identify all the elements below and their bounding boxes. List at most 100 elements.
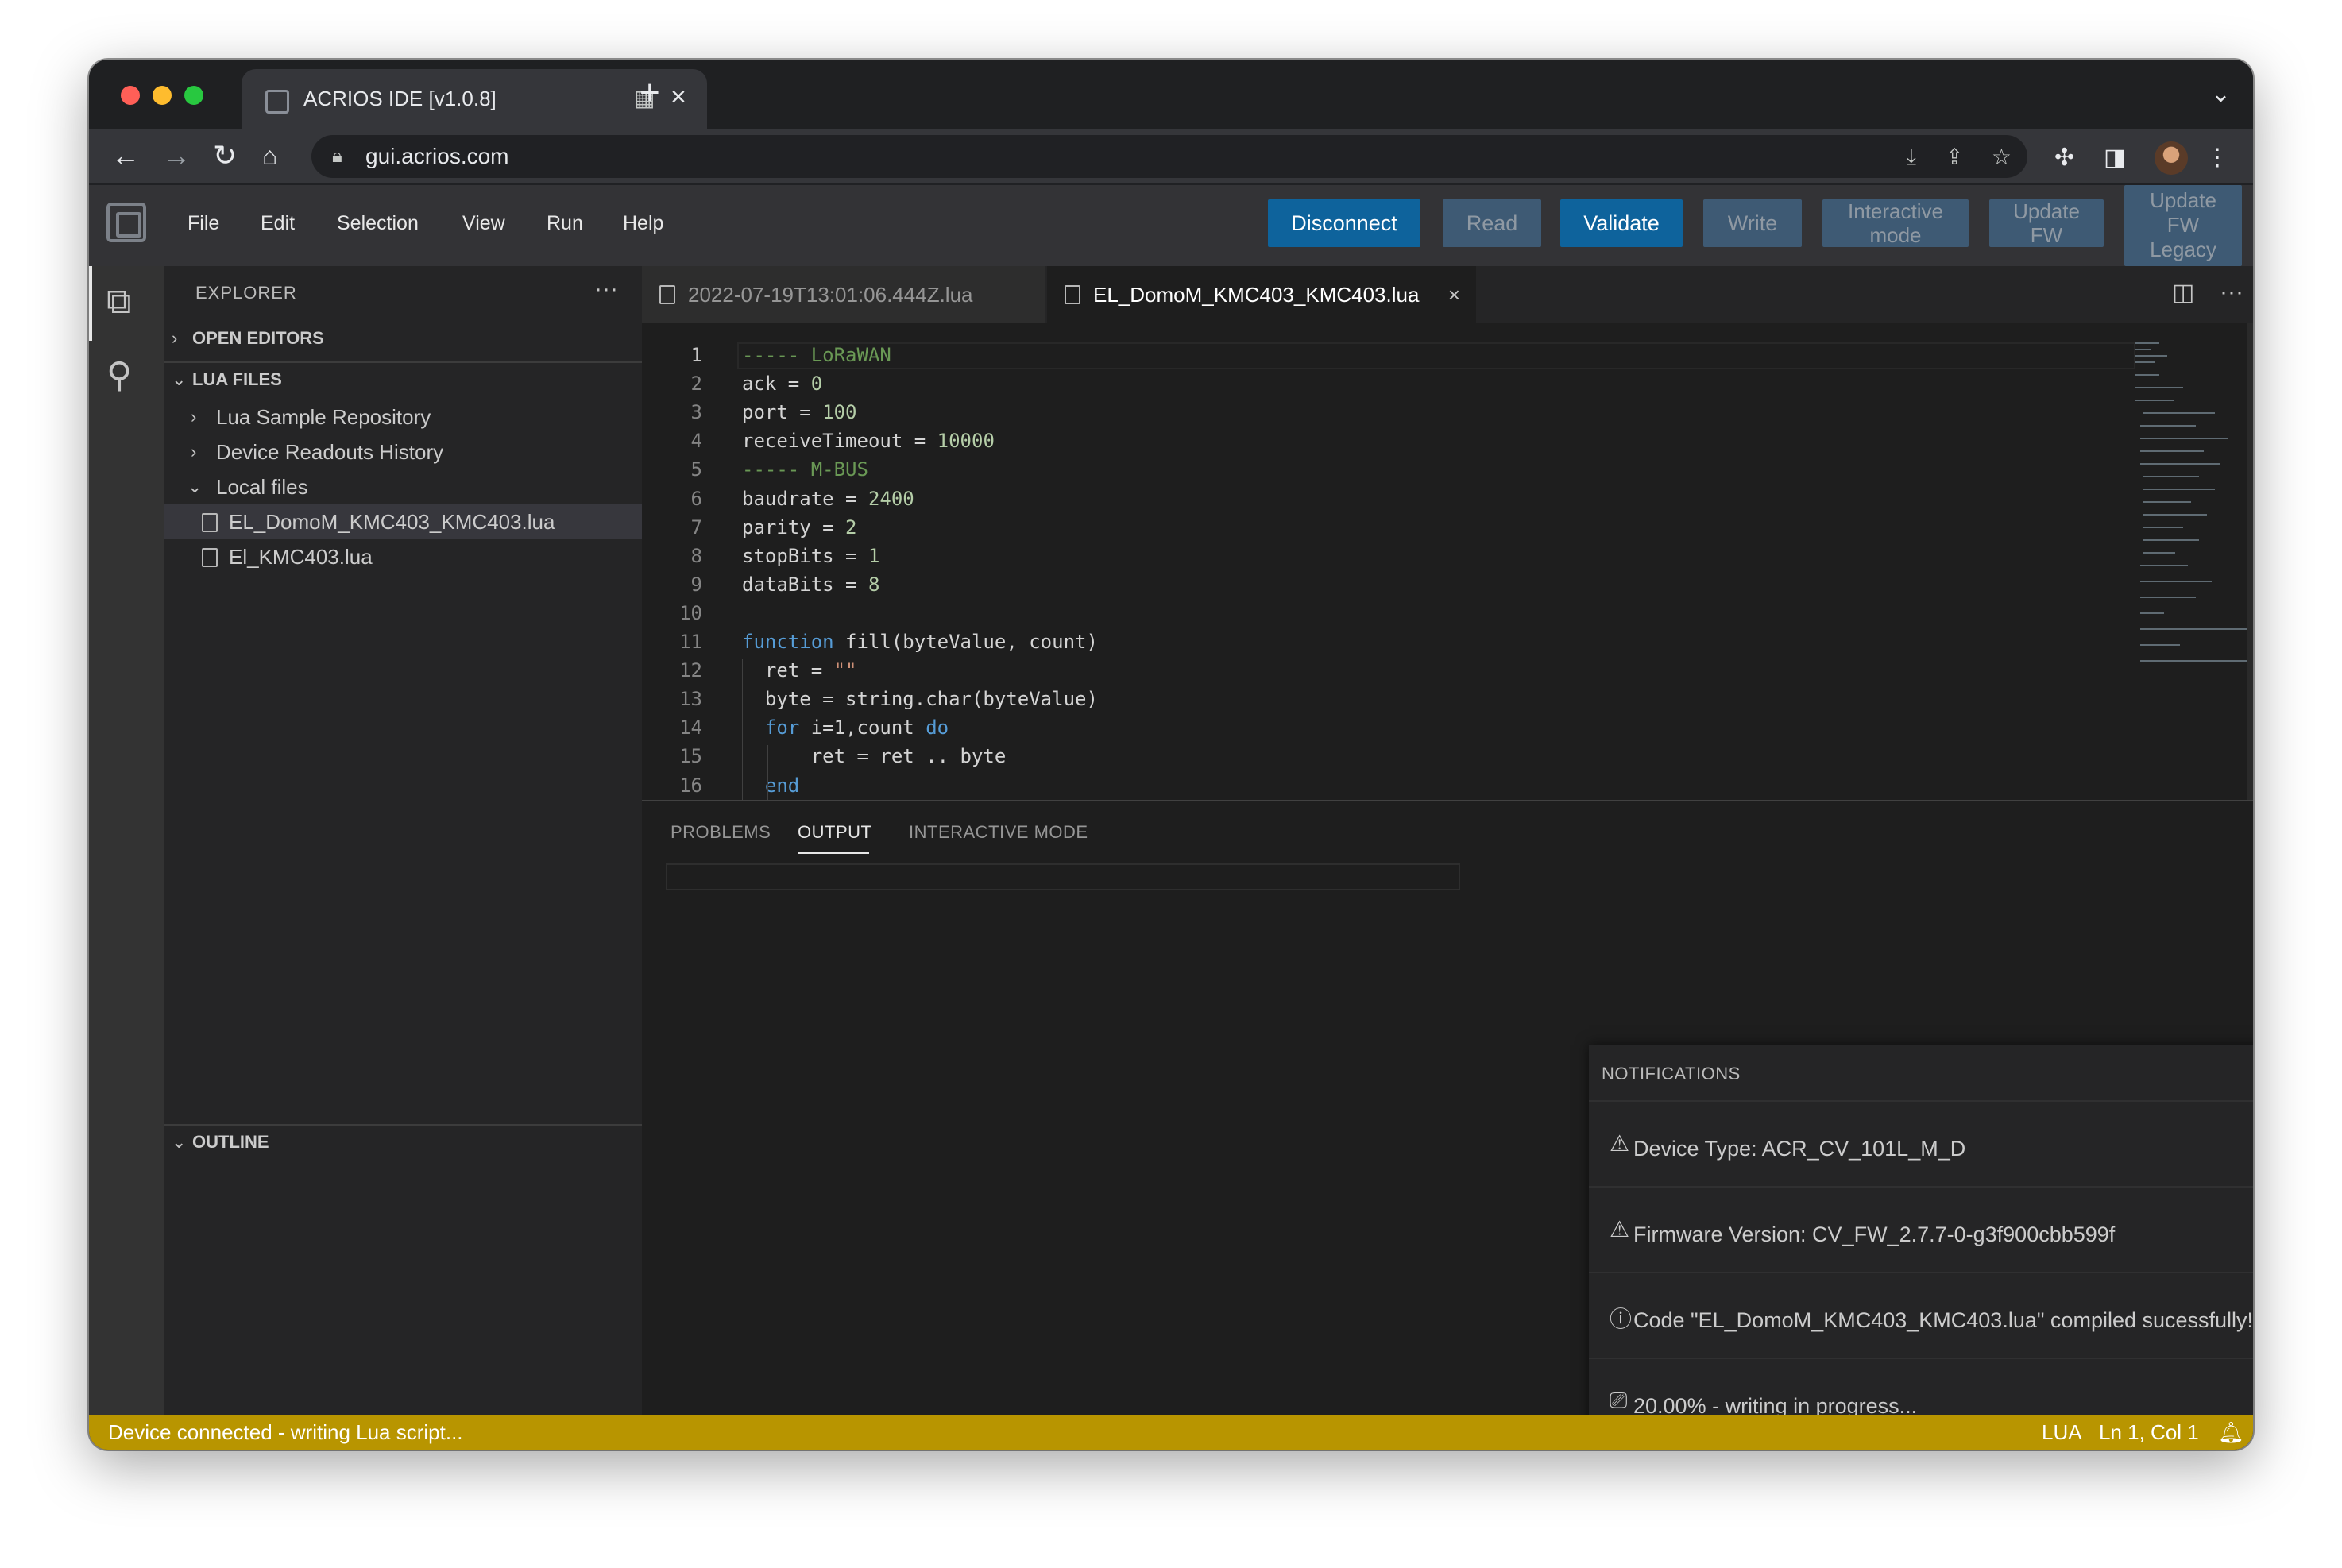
line-number: 10 bbox=[679, 601, 702, 624]
update-fw-button[interactable]: Update FW bbox=[1989, 199, 2104, 247]
browser-tabstrip: ACRIOS IDE [v1.0.8] ▦ × + ⌄ bbox=[89, 60, 2253, 129]
interactive-mode-button[interactable]: Interactive mode bbox=[1822, 199, 1969, 247]
extensions-icon[interactable]: ✣ bbox=[2054, 144, 2074, 172]
minimap-line bbox=[2140, 463, 2220, 465]
notification-item: ⚠ Device Type: ACR_CV_101L_M_D × bbox=[1589, 1100, 2253, 1186]
maximize-window-button[interactable] bbox=[184, 86, 203, 105]
update-fw-legacy-label-1: Update bbox=[2150, 188, 2216, 212]
panel-tab-interactive-mode[interactable]: INTERACTIVE MODE bbox=[909, 822, 1088, 843]
code-token: ----- M-BUS bbox=[742, 458, 868, 481]
split-editor-icon[interactable]: ◫ bbox=[2172, 279, 2194, 307]
explorer-icon[interactable]: ⧉ bbox=[106, 282, 131, 322]
editor-more-icon[interactable]: ··· bbox=[2220, 279, 2243, 306]
update-fw-legacy-label-3: Legacy bbox=[2150, 238, 2216, 261]
code-view[interactable]: 1 ----- LoRaWAN 2 ack = 0 3 port = 100 4 receiv… bbox=[642, 323, 2253, 1054]
interactive-mode-label-1: Interactive bbox=[1848, 199, 1943, 223]
code-line: ret = "" bbox=[742, 659, 857, 682]
lock-icon: 🔒︎ bbox=[332, 145, 342, 167]
code-token: port = bbox=[742, 401, 823, 424]
code-token: ret = bbox=[742, 659, 834, 682]
minimap-line bbox=[2143, 514, 2207, 516]
ide-menubar: File Edit Selection View Run Help Discon… bbox=[89, 185, 2253, 266]
tab-search-icon[interactable]: ⌄ bbox=[2211, 80, 2231, 108]
panel-tab-problems[interactable]: PROBLEMS bbox=[671, 822, 771, 843]
menu-run[interactable]: Run bbox=[547, 212, 583, 235]
menu-file[interactable]: File bbox=[187, 212, 219, 235]
tree-item-label: Device Readouts History bbox=[216, 440, 444, 464]
lua-files-label: LUA FILES bbox=[192, 369, 282, 389]
open-editors-label: OPEN EDITORS bbox=[192, 328, 324, 348]
code-token: baudrate = bbox=[742, 487, 868, 510]
open-editors-section[interactable]: › OPEN EDITORS bbox=[164, 322, 642, 355]
menu-view[interactable]: View bbox=[462, 212, 505, 235]
code-line: parity = 2 bbox=[742, 516, 857, 539]
browser-tab-title: ACRIOS IDE [v1.0.8] bbox=[303, 87, 497, 110]
write-button[interactable]: Write bbox=[1703, 199, 1802, 247]
minimap-line bbox=[2140, 628, 2251, 630]
info-icon: ⓘ bbox=[1610, 1307, 1633, 1331]
browser-menu-icon[interactable]: ⋮ bbox=[2205, 144, 2229, 172]
search-icon[interactable]: ⚲ bbox=[106, 355, 132, 396]
home-icon[interactable]: ⌂ bbox=[262, 138, 277, 173]
minimap-line bbox=[2143, 476, 2199, 477]
profile-avatar[interactable] bbox=[2155, 141, 2188, 175]
line-number: 9 bbox=[690, 573, 702, 596]
editor-tab-active-file[interactable]: EL_DomoM_KMC403_KMC403.lua × bbox=[1047, 266, 1476, 323]
line-number: 5 bbox=[690, 458, 702, 481]
warning-icon: ⚠ bbox=[1610, 1217, 1630, 1242]
read-button[interactable]: Read bbox=[1443, 199, 1541, 247]
editor-scrollbar[interactable] bbox=[2247, 323, 2253, 800]
tree-item-local-files[interactable]: ⌄ Local files bbox=[164, 469, 642, 504]
code-line: byte = string.char(byteValue) bbox=[742, 688, 1098, 710]
tree-item-el-domom-file[interactable]: EL_DomoM_KMC403_KMC403.lua bbox=[164, 504, 642, 539]
more-actions-icon[interactable]: ··· bbox=[594, 276, 618, 303]
minimap-line bbox=[2135, 387, 2183, 388]
install-app-icon[interactable]: ⤓ bbox=[1907, 144, 1916, 170]
minimize-window-button[interactable] bbox=[153, 86, 172, 105]
outline-label: OUTLINE bbox=[192, 1132, 269, 1152]
notifications-bell-icon[interactable]: 🔔︎ bbox=[2218, 1415, 2244, 1450]
output-channel-box[interactable] bbox=[666, 863, 1460, 890]
panel-tab-output[interactable]: OUTPUT bbox=[798, 822, 871, 843]
tree-item-el-kmc403-file[interactable]: El_KMC403.lua bbox=[164, 539, 642, 574]
forward-icon[interactable]: → bbox=[162, 138, 191, 173]
validate-button[interactable]: Validate bbox=[1560, 199, 1683, 247]
reload-icon[interactable]: ↻ bbox=[213, 138, 237, 173]
lua-files-section[interactable]: ⌄ LUA FILES bbox=[164, 361, 642, 395]
outline-section[interactable]: ⌄ OUTLINE bbox=[164, 1124, 642, 1157]
address-bar[interactable]: 🔒︎ gui.acrios.com ⤓ ⇪ ☆ bbox=[311, 135, 2027, 178]
menu-selection[interactable]: Selection bbox=[337, 212, 419, 235]
new-tab-button[interactable]: + bbox=[640, 75, 660, 110]
notification-item: ⚠ Firmware Version: CV_FW_2.7.7-0-g3f900… bbox=[1589, 1186, 2253, 1272]
menu-help[interactable]: Help bbox=[623, 212, 663, 235]
bookmark-star-icon[interactable]: ☆ bbox=[1992, 144, 2012, 170]
code-line: ----- LoRaWAN bbox=[742, 344, 891, 366]
close-window-button[interactable] bbox=[121, 86, 140, 105]
minimap-line bbox=[2140, 597, 2196, 598]
tree-item-lua-sample-repository[interactable]: › Lua Sample Repository bbox=[164, 400, 642, 434]
editor-tab-history-file[interactable]: 2022-07-19T13:01:06.444Z.lua bbox=[642, 266, 1045, 323]
code-line: ret = ret .. byte bbox=[742, 745, 1007, 767]
update-fw-legacy-button[interactable]: Update FW Legacy bbox=[2124, 185, 2242, 266]
side-panel-icon[interactable]: ◨ bbox=[2104, 144, 2126, 172]
minimap[interactable] bbox=[2135, 342, 2253, 676]
browser-tab[interactable]: ACRIOS IDE [v1.0.8] ▦ × bbox=[242, 69, 707, 129]
line-number: 1 bbox=[690, 344, 702, 366]
share-icon[interactable]: ⇪ bbox=[1946, 144, 1964, 170]
tree-item-label: Local files bbox=[216, 475, 308, 499]
status-cursor-position[interactable]: Ln 1, Col 1 bbox=[2099, 1415, 2199, 1450]
minimap-line bbox=[2143, 412, 2215, 414]
menu-edit[interactable]: Edit bbox=[261, 212, 295, 235]
code-token: parity = bbox=[742, 516, 846, 539]
disconnect-button[interactable]: Disconnect bbox=[1268, 199, 1420, 247]
status-language[interactable]: LUA bbox=[2042, 1415, 2082, 1450]
minimap-line bbox=[2140, 565, 2188, 566]
editor-tabbar: 2022-07-19T13:01:06.444Z.lua EL_DomoM_KM… bbox=[642, 266, 2253, 323]
back-icon[interactable]: ← bbox=[111, 138, 140, 173]
close-tab-icon[interactable]: × bbox=[1448, 266, 1460, 323]
tree-item-device-readouts-history[interactable]: › Device Readouts History bbox=[164, 434, 642, 469]
close-tab-icon[interactable]: × bbox=[671, 82, 686, 113]
chevron-down-icon: ⌄ bbox=[172, 369, 187, 389]
minimap-line bbox=[2140, 644, 2180, 646]
activity-active-indicator bbox=[89, 266, 92, 341]
